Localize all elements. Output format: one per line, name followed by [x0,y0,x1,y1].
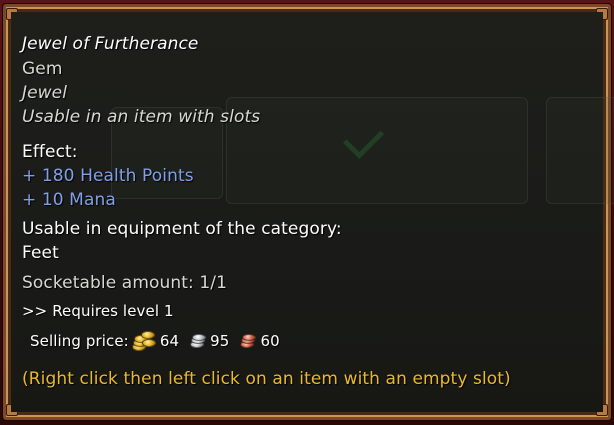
silver-coins-icon [189,334,207,348]
usage-hint: (Right click then left click on an item … [22,369,511,389]
item-usage: Usable in an item with slots [22,107,261,127]
effect-header: Effect: [22,142,78,162]
tooltip-panel [11,12,614,412]
gold-coins-icon [131,330,157,352]
socketable-amount: Socketable amount: 1/1 [22,273,227,293]
category-value: Feet [22,243,59,263]
selling-price: Selling price: 64 95 60 [30,330,288,352]
copper-coins-icon [239,334,257,348]
selling-price-label: Selling price: [30,332,129,350]
item-type: Jewel [22,83,68,103]
copper-amount: 60 [260,332,280,350]
effect-line: + 180 Health Points [22,166,194,186]
item-class: Gem [22,59,63,79]
item-name: Jewel of Furtherance [22,34,199,54]
background-slot [546,97,614,204]
background-slot [226,97,528,204]
category-header: Usable in equipment of the category: [22,219,342,239]
effect-line: + 10 Mana [22,190,116,210]
game-window: Jewel of Furtherance Gem Jewel Usable in… [0,0,614,425]
silver-amount: 95 [210,332,230,350]
gold-amount: 64 [159,332,180,350]
level-requirement: >> Requires level 1 [22,302,174,320]
